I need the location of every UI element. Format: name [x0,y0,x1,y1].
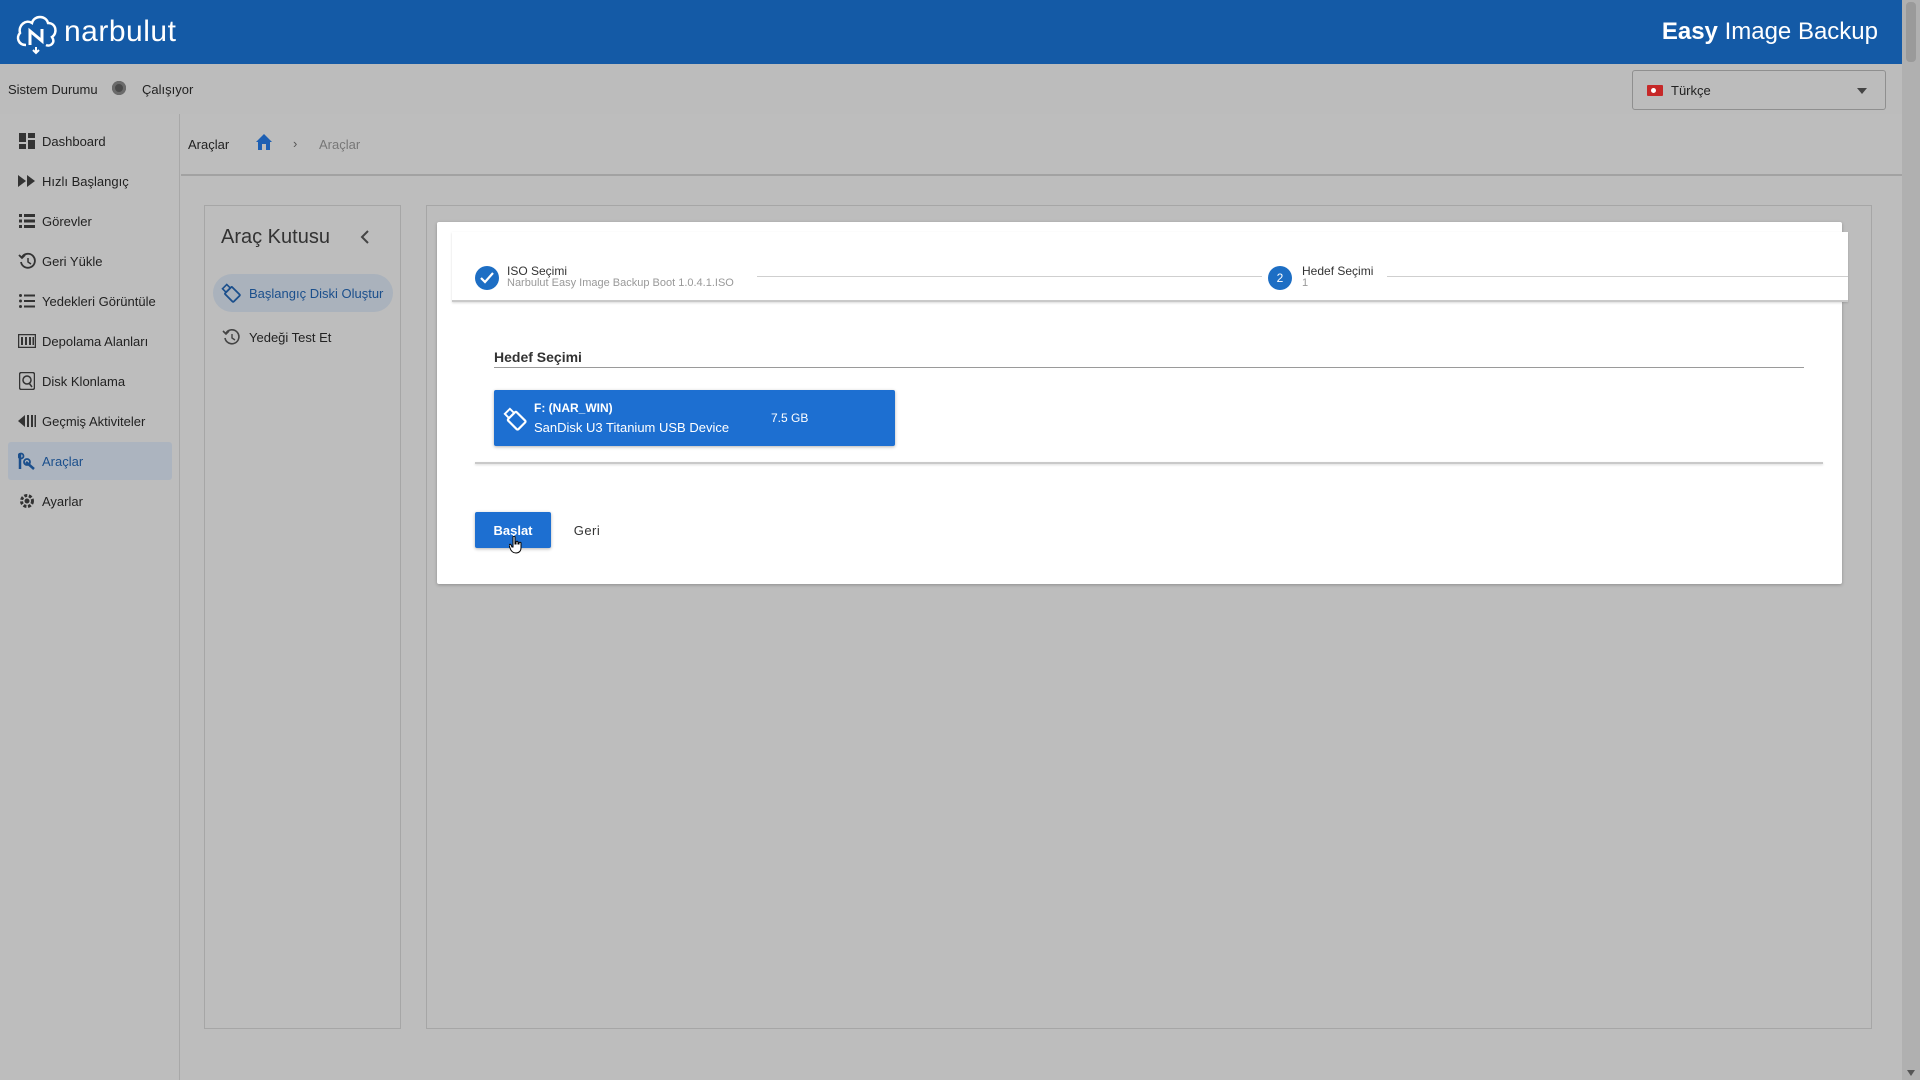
caret-down-icon [1857,88,1867,94]
sidebar-item-quick-start[interactable]: Hızlı Başlangıç [8,162,172,200]
sidebar-item-dashboard[interactable]: Dashboard [8,122,172,160]
system-status-label: Sistem Durumu [8,82,98,97]
narbulut-logo[interactable]: narbulut [14,8,176,56]
device-name: F: (NAR_WIN) [534,401,613,415]
home-icon[interactable] [255,133,273,156]
sidebar: Dashboard Hızlı Başlangıç Görevler Geri … [0,114,180,1080]
sidebar-item-label: Hızlı Başlangıç [42,173,129,189]
wizard-stepper: ISO Seçimi Narbulut Easy Image Backup Bo… [452,232,1848,302]
divider [494,367,1804,368]
step2-subtitle: 1 [1302,277,1309,289]
usb-drive-icon [503,407,527,436]
sidebar-item-label: Geçmiş Aktiviteler [42,413,146,429]
sidebar-item-label: Araçlar [42,453,84,469]
status-bar: Sistem Durumu Çalışıyor Türkçe [0,64,1902,114]
step-connector [1387,276,1848,277]
system-status-value: Çalışıyor [142,82,194,97]
page-title: Araçlar [188,137,230,152]
list-icon [18,212,36,230]
sidebar-item-restore[interactable]: Geri Yükle [8,242,172,280]
disk-clone-icon [18,372,36,390]
gear-icon [18,492,36,510]
step-connector [757,276,1262,277]
usb-drive-icon [221,283,241,303]
app-title: Easy Image Backup [1662,18,1878,46]
list-view-icon [18,292,36,310]
breadcrumb: Araçlar › Araçlar [181,114,1902,176]
cloud-logo-icon [16,15,57,55]
restore-icon [18,252,36,270]
dashboard-icon [18,132,36,150]
tools-icon [18,452,36,470]
sidebar-item-label: Ayarlar [42,493,83,509]
storage-icon [18,332,36,350]
device-model: SanDisk U3 Titanium USB Device [534,420,730,435]
sidebar-item-storage[interactable]: Depolama Alanları [8,322,172,360]
breadcrumb-current: Araçlar [319,137,361,152]
app-title-rest: Image Backup [1717,18,1878,45]
app-title-bold: Easy [1661,18,1718,45]
top-header: narbulut Easy Image Backup [0,0,1902,64]
history-icon [18,412,36,430]
step2-title: Hedef Seçimi [1302,264,1374,278]
breadcrumb-separator: › [293,136,298,151]
hand-cursor-icon [508,535,523,559]
sidebar-item-history[interactable]: Geçmiş Aktiviteler [8,402,172,440]
language-selected: Türkçe [1671,83,1711,98]
fast-forward-icon [18,172,36,190]
section-title: Hedef Seçimi [494,349,582,365]
sidebar-item-label: Depolama Alanları [42,333,149,349]
status-indicator [112,81,126,95]
toolbox-panel: Araç Kutusu Başlangıç Diski Oluştur Yede… [204,205,401,1029]
sidebar-item-disk-clone[interactable]: Disk Klonlama [8,362,172,400]
page-scrollbar[interactable] [1902,0,1920,1080]
target-device-card[interactable]: F: (NAR_WIN) SanDisk U3 Titanium USB Dev… [494,390,895,446]
scroll-down-icon[interactable] [1907,1070,1915,1076]
language-select[interactable]: Türkçe [1632,70,1886,110]
toolbox-item-test-backup[interactable]: Yedeği Test Et [213,318,393,356]
step2-number: 2 [1268,266,1292,290]
check-icon [475,266,499,290]
sidebar-item-label: Görevler [42,213,92,229]
step1-title: ISO Seçimi [507,264,568,278]
sidebar-item-label: Dashboard [42,133,106,149]
boot-disk-wizard-card: ISO Seçimi Narbulut Easy Image Backup Bo… [437,222,1848,584]
logo-text: narbulut [64,15,177,48]
divider [475,462,1823,464]
device-size: 7.5 GB [771,411,809,425]
toolbox-item-label: Yedeği Test Et [249,329,332,345]
scrollbar-thumb[interactable] [1906,2,1916,62]
toolbox-title: Araç Kutusu [221,226,330,248]
back-button[interactable]: Geri [562,512,612,548]
sidebar-item-label: Yedekleri Görüntüle [42,293,156,309]
toolbox-item-label: Başlangıç Diski Oluştur [249,285,384,301]
sidebar-item-tools[interactable]: Araçlar [8,442,172,480]
sidebar-item-label: Geri Yükle [42,253,103,269]
toolbox-item-create-boot-disk[interactable]: Başlangıç Diski Oluştur [213,274,393,312]
sidebar-item-tasks[interactable]: Görevler [8,202,172,240]
sidebar-item-label: Disk Klonlama [42,373,126,389]
step1-subtitle: Narbulut Easy Image Backup Boot 1.0.4.1.… [507,277,734,289]
turkey-flag-icon [1647,85,1663,96]
sidebar-item-settings[interactable]: Ayarlar [8,482,172,520]
sidebar-item-view-backups[interactable]: Yedekleri Görüntüle [8,282,172,320]
restore-icon [221,327,241,347]
chevron-left-icon[interactable] [360,228,370,249]
